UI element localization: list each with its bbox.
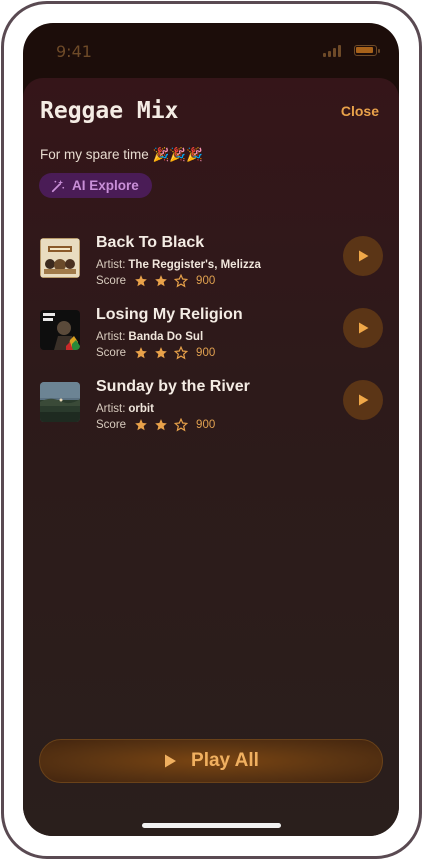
star-filled-icon bbox=[155, 419, 167, 431]
track-row[interactable]: Sunday by the River Artist: orbit Score 9… bbox=[23, 372, 399, 444]
signal-icon bbox=[323, 45, 343, 57]
artist-name: The Reggister's, Melizza bbox=[128, 259, 261, 271]
score-row: Score 900 bbox=[96, 274, 215, 288]
app-screen: 9:41 Reggae Mix Close For my spare time … bbox=[23, 23, 399, 836]
track-row[interactable]: Back To Black Artist: The Reggister's, Me… bbox=[23, 228, 399, 300]
play-icon bbox=[359, 394, 369, 406]
artist-label: Artist: bbox=[96, 331, 126, 343]
star-filled-icon bbox=[155, 347, 167, 359]
status-bar: 9:41 bbox=[23, 23, 399, 79]
star-filled-icon bbox=[135, 275, 147, 287]
artist-name: Banda Do Sul bbox=[128, 331, 204, 343]
score-label: Score bbox=[96, 419, 127, 431]
playlist-title: Reggae Mix bbox=[40, 98, 179, 124]
play-track-button[interactable] bbox=[343, 236, 383, 276]
star-rating bbox=[134, 346, 189, 360]
track-title: Sunday by the River bbox=[96, 378, 250, 395]
score-row: Score 900 bbox=[96, 346, 215, 360]
ai-explore-label: AI Explore bbox=[72, 178, 139, 193]
star-filled-icon bbox=[135, 419, 147, 431]
close-button[interactable]: Close bbox=[341, 103, 379, 119]
star-rating bbox=[134, 418, 189, 432]
artist-row: Artist: Banda Do Sul bbox=[96, 331, 203, 343]
play-track-button[interactable] bbox=[343, 308, 383, 348]
album-art bbox=[40, 238, 80, 278]
play-all-label: Play All bbox=[191, 750, 259, 771]
artist-row: Artist: The Reggister's, Melizza bbox=[96, 259, 261, 271]
star-filled-icon bbox=[135, 347, 147, 359]
playlist-description: For my spare time 🎉🎉🎉 bbox=[40, 147, 203, 162]
home-indicator bbox=[142, 823, 281, 828]
album-art bbox=[40, 310, 80, 350]
playlist-sheet: Reggae Mix Close For my spare time 🎉🎉🎉 A… bbox=[23, 78, 399, 836]
star-rating bbox=[134, 274, 189, 288]
ai-explore-button[interactable]: AI Explore bbox=[39, 173, 152, 198]
score-value: 900 bbox=[196, 347, 216, 359]
play-icon bbox=[359, 250, 369, 262]
artist-label: Artist: bbox=[96, 403, 126, 415]
artist-name: orbit bbox=[128, 403, 154, 415]
track-row[interactable]: Losing My Religion Artist: Banda Do Sul S… bbox=[23, 300, 399, 372]
star-outline-icon bbox=[174, 274, 189, 288]
play-icon bbox=[359, 322, 369, 334]
score-value: 900 bbox=[196, 419, 216, 431]
status-time: 9:41 bbox=[56, 42, 92, 61]
score-value: 900 bbox=[196, 275, 216, 287]
track-title: Back To Black bbox=[96, 234, 205, 251]
play-icon bbox=[165, 754, 177, 768]
star-outline-icon bbox=[174, 418, 189, 432]
track-title: Losing My Religion bbox=[96, 306, 243, 323]
album-art bbox=[40, 382, 80, 422]
star-outline-icon bbox=[174, 346, 189, 360]
score-label: Score bbox=[96, 275, 127, 287]
score-row: Score 900 bbox=[96, 418, 215, 432]
artist-row: Artist: orbit bbox=[96, 403, 154, 415]
artist-label: Artist: bbox=[96, 259, 126, 271]
star-filled-icon bbox=[155, 275, 167, 287]
score-label: Score bbox=[96, 347, 127, 359]
track-list: Back To Black Artist: The Reggister's, Me… bbox=[23, 228, 399, 444]
play-track-button[interactable] bbox=[343, 380, 383, 420]
play-all-button[interactable]: Play All bbox=[39, 739, 383, 783]
battery-icon bbox=[354, 45, 380, 56]
magic-wand-icon bbox=[51, 179, 65, 192]
